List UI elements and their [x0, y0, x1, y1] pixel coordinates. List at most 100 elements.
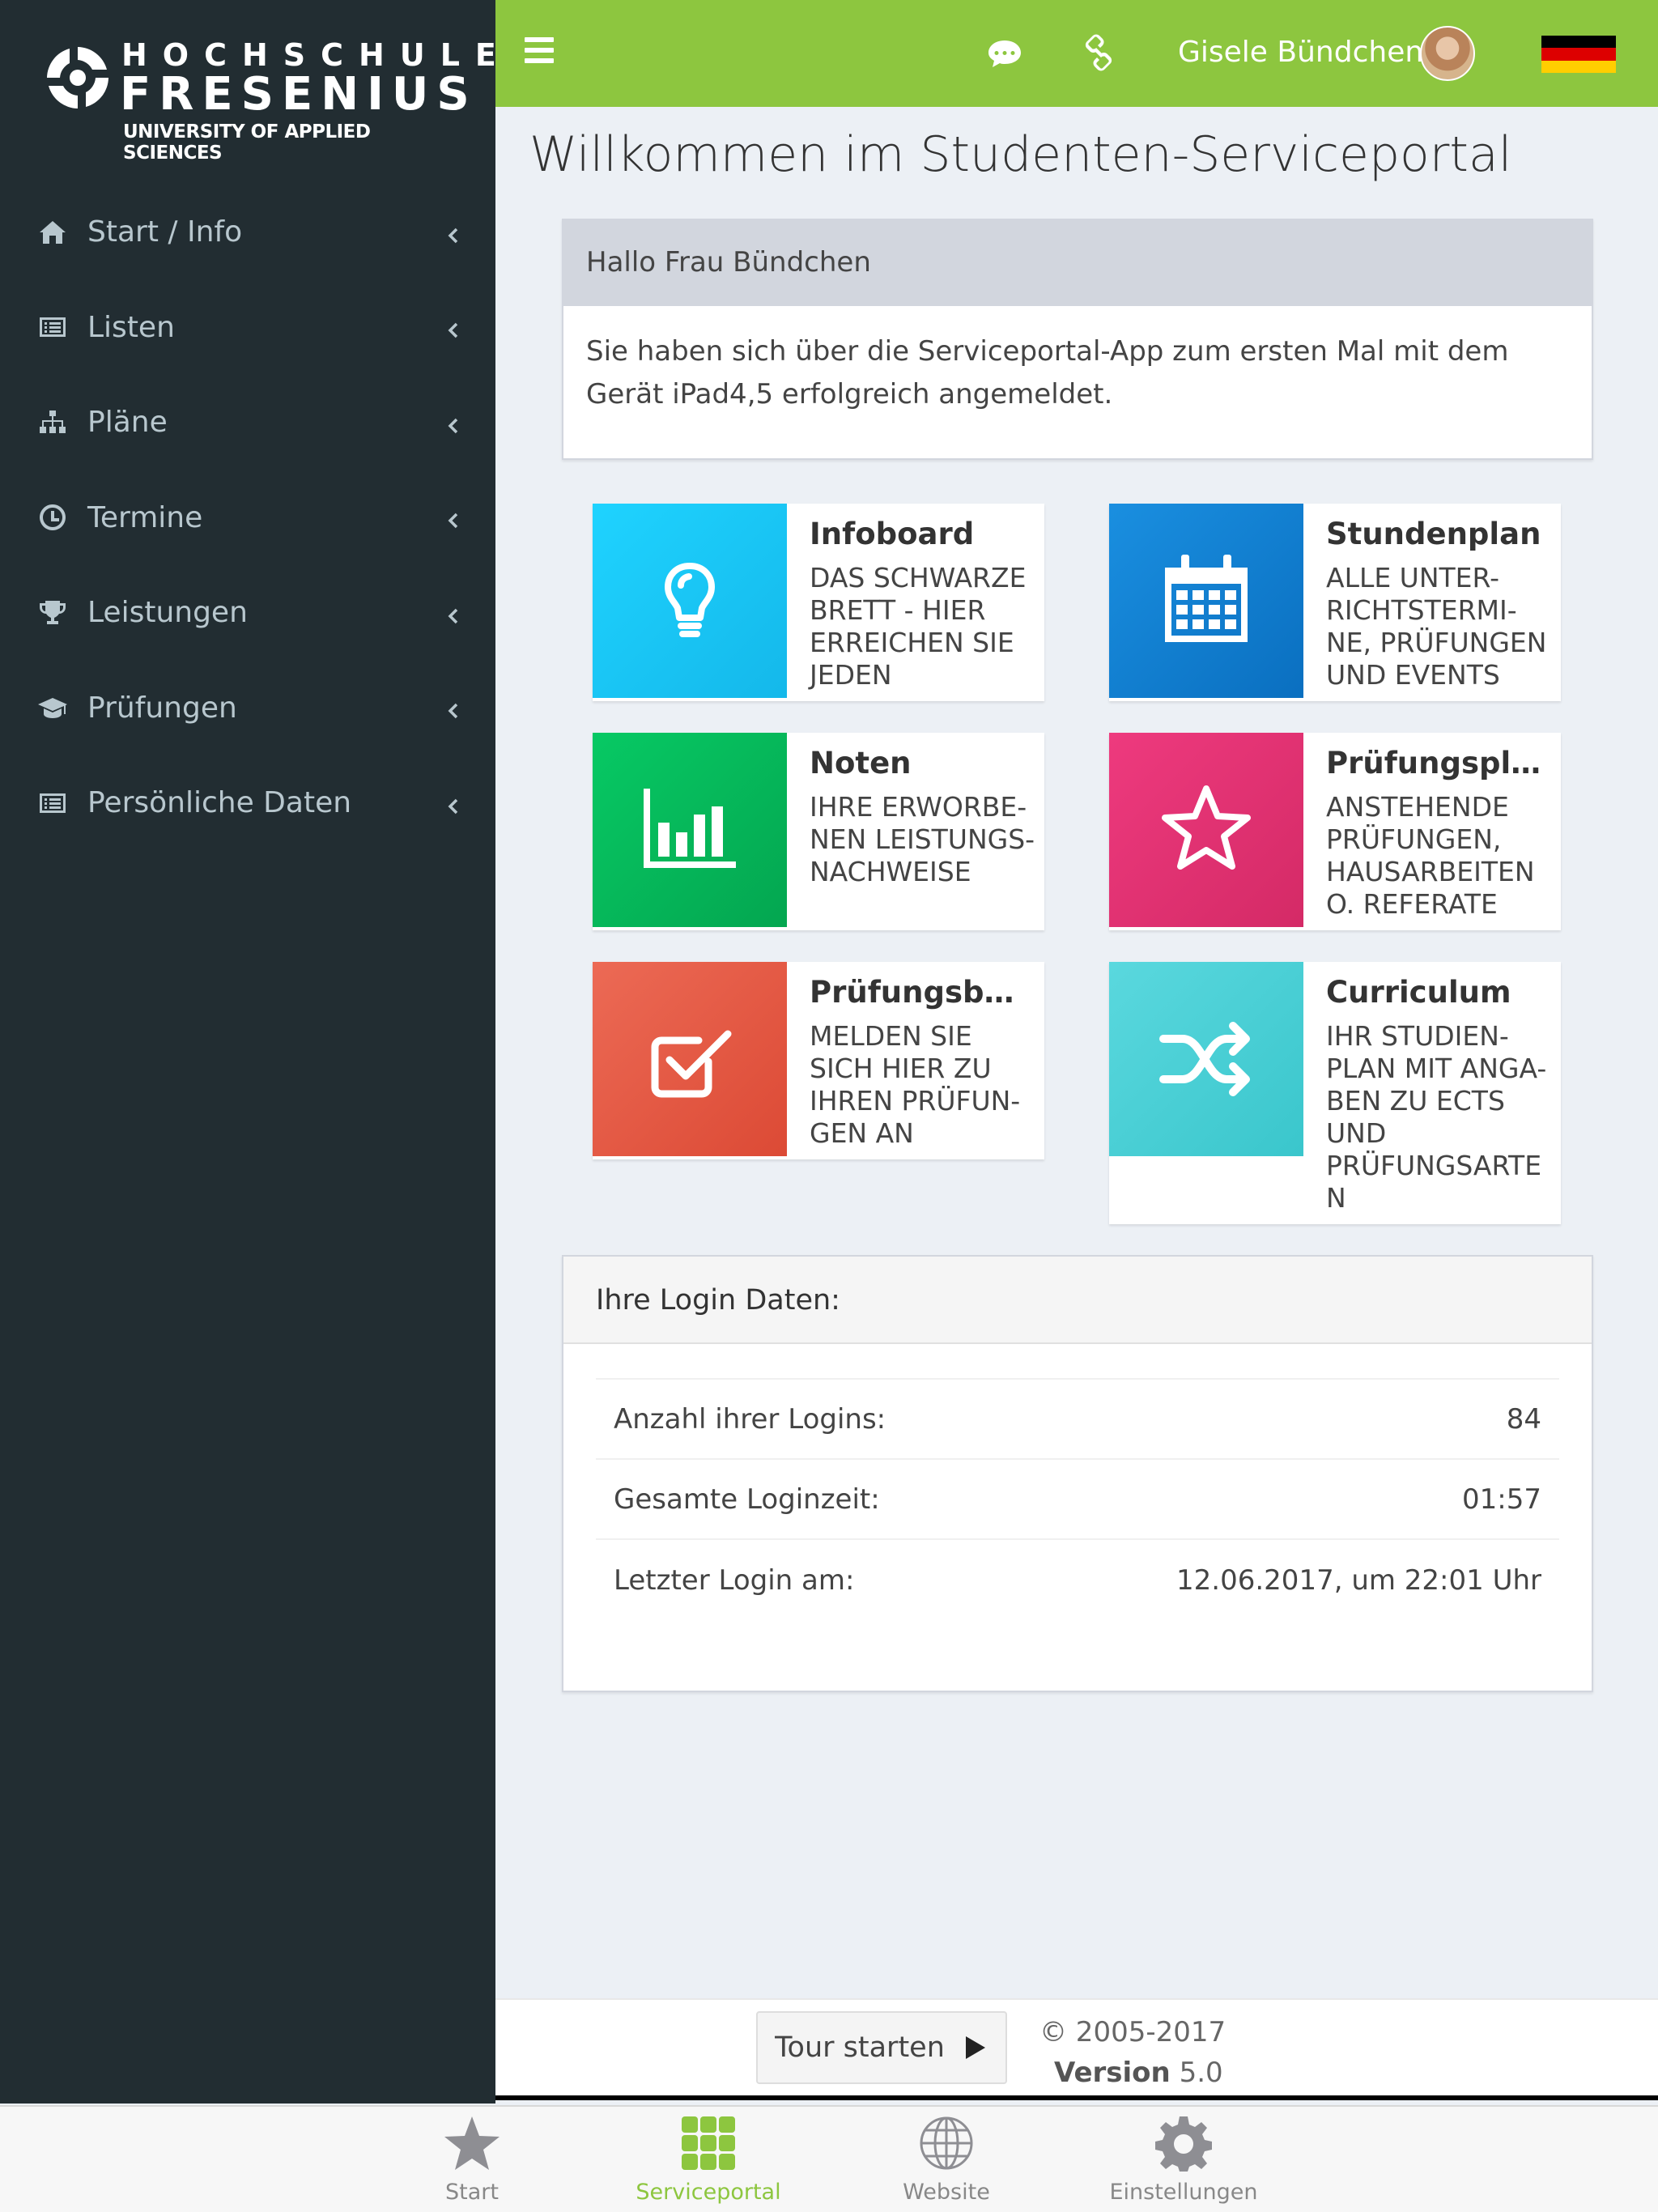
clock-icon	[37, 502, 68, 533]
copyright: © 2005-2017	[1039, 2016, 1226, 2048]
sidebar-nav: Start / Info Listen Pläne Termine Leistu…	[0, 185, 495, 851]
welcome-message: Sie haben sich über die Serviceportal-Ap…	[586, 335, 1509, 410]
shuffle-icon	[1109, 962, 1303, 1156]
tab-label: Serviceportal	[636, 2180, 781, 2205]
tile-pruefungsbelegung[interactable]: Prüfungsbel... MELDEN SIE SICH HIER ZU I…	[593, 962, 1044, 1159]
sidebar-item-plaene[interactable]: Pläne	[0, 375, 495, 470]
tab-serviceportal[interactable]: Serviceportal	[627, 2115, 789, 2212]
tab-einstellungen[interactable]: Einstellungen	[1103, 2115, 1265, 2212]
tab-label: Start	[445, 2180, 499, 2205]
trophy-icon	[37, 598, 68, 628]
version-value: 5.0	[1179, 2057, 1223, 2089]
sidebar: HOCHSCHULE FRESENIUS UNIVERSITY OF APPLI…	[0, 0, 496, 2104]
sidebar-item-label: Termine	[87, 500, 203, 534]
gear-icon	[1155, 2116, 1212, 2172]
grid-icon	[682, 2116, 735, 2170]
tile-description: MELDEN SIE SICH HIER ZU IHREN PRÜFUN-GEN…	[810, 1020, 1021, 1149]
tile-title: Curriculum	[1326, 975, 1511, 1010]
tab-bar: Start Serviceportal Website Einstellunge…	[0, 2105, 1658, 2212]
table-row: Letzter Login am: 12.06.2017, um 22:01 U…	[596, 1540, 1559, 1620]
tab-label: Einstellungen	[1109, 2180, 1258, 2205]
logo-text-line2: FRESENIUS	[120, 68, 478, 121]
tile-description: DAS SCHWARZE BRETT - HIER ERREICHEN SIE …	[810, 562, 1027, 691]
tile-infoboard[interactable]: Infoboard DAS SCHWARZE BRETT - HIER ERRE…	[593, 504, 1044, 701]
tile-title: Noten	[810, 746, 912, 781]
university-logo[interactable]: HOCHSCHULE FRESENIUS UNIVERSITY OF APPLI…	[39, 36, 496, 164]
logo-mark-icon	[47, 47, 108, 108]
avatar[interactable]	[1420, 26, 1475, 81]
tab-start[interactable]: Start	[391, 2115, 553, 2212]
version-label: Version	[1054, 2057, 1171, 2089]
login-row-label: Letzter Login am:	[614, 1563, 855, 1597]
tour-start-label: Tour starten	[775, 2031, 945, 2064]
table-row: Anzahl ihrer Logins: 84	[596, 1380, 1559, 1460]
chevron-left-icon	[442, 411, 465, 434]
tile-curriculum[interactable]: Curriculum IHR STUDIEN-PLAN MIT ANGA-BEN…	[1109, 962, 1561, 1224]
sidebar-item-start-info[interactable]: Start / Info	[0, 185, 495, 280]
tab-label: Website	[903, 2180, 990, 2205]
welcome-box: Hallo Frau Bündchen Sie haben sich über …	[562, 219, 1593, 460]
user-name[interactable]: Gisele Bündchen	[1178, 36, 1423, 69]
german-flag-icon[interactable]	[1541, 36, 1616, 73]
table-row: Gesamte Loginzeit: 01:57	[596, 1460, 1559, 1540]
star-icon	[444, 2116, 500, 2170]
page-title: Willkommen im Studenten-Serviceportal	[529, 126, 1512, 183]
login-row-value: 12.06.2017, um 22:01 Uhr	[1176, 1563, 1541, 1597]
login-row-value: 84	[1506, 1402, 1541, 1436]
list-icon	[37, 788, 68, 819]
tile-title: Stundenplan	[1326, 517, 1541, 551]
tile-pruefungsplan[interactable]: Prüfungsplan ANSTEHENDE PRÜFUNGEN, HAUSA…	[1109, 733, 1561, 930]
tile-title: Prüfungsbel...	[810, 975, 1033, 1010]
chevron-left-icon	[442, 602, 465, 624]
tile-noten[interactable]: Noten IHRE ERWORBE-NEN LEISTUNGS-NACHWEI…	[593, 733, 1044, 930]
sidebar-item-label: Pläne	[87, 406, 168, 440]
chevron-left-icon	[442, 316, 465, 338]
tile-title: Infoboard	[810, 517, 975, 551]
menu-toggle-icon[interactable]	[525, 37, 554, 70]
lightbulb-icon	[593, 504, 787, 698]
chevron-left-icon	[442, 792, 465, 815]
sidebar-item-leistungen[interactable]: Leistungen	[0, 565, 495, 661]
calendar-icon	[1109, 504, 1303, 698]
bar-chart-icon	[593, 733, 787, 927]
chevron-left-icon	[442, 506, 465, 529]
link-icon[interactable]	[1078, 32, 1119, 73]
tile-description: IHR STUDIEN-PLAN MIT ANGA-BEN ZU ECTS UN…	[1326, 1020, 1547, 1214]
tile-title: Prüfungsplan	[1326, 746, 1550, 781]
chat-icon[interactable]	[984, 32, 1025, 73]
star-icon	[1109, 733, 1303, 927]
sidebar-item-pruefungen[interactable]: Prüfungen	[0, 661, 495, 756]
sidebar-item-label: Listen	[87, 310, 175, 344]
tile-description: ALLE UNTER-RICHTSTERMI-NE, PRÜFUNGEN UND…	[1326, 562, 1547, 691]
chevron-left-icon	[442, 696, 465, 719]
tile-stundenplan[interactable]: Stundenplan ALLE UNTER-RICHTSTERMI-NE, P…	[1109, 504, 1561, 701]
sidebar-item-termine[interactable]: Termine	[0, 470, 495, 566]
play-icon	[965, 2036, 985, 2059]
sidebar-item-label: Start / Info	[87, 215, 243, 249]
login-data-title: Ihre Login Daten:	[563, 1257, 1592, 1344]
login-row-label: Gesamte Loginzeit:	[614, 1482, 880, 1516]
version: Version 5.0	[1054, 2057, 1223, 2089]
login-data-box: Ihre Login Daten: Anzahl ihrer Logins: 8…	[562, 1255, 1593, 1692]
chevron-left-icon	[442, 221, 465, 244]
login-data-table: Anzahl ihrer Logins: 84 Gesamte Loginzei…	[596, 1378, 1559, 1620]
globe-icon	[920, 2116, 973, 2170]
tile-description: IHRE ERWORBE-NEN LEISTUNGS-NACHWEISE	[810, 791, 1035, 887]
tab-website[interactable]: Website	[865, 2115, 1027, 2212]
sidebar-item-persoenliche-daten[interactable]: Persönliche Daten	[0, 755, 495, 851]
page-footer: Tour starten © 2005-2017 Version 5.0	[495, 1998, 1658, 2100]
login-row-value: 01:57	[1462, 1482, 1541, 1516]
login-row-label: Anzahl ihrer Logins:	[614, 1402, 886, 1436]
checkbox-icon	[593, 962, 787, 1156]
logo-text-line3: UNIVERSITY OF APPLIED SCIENCES	[123, 121, 371, 164]
sidebar-item-label: Leistungen	[87, 596, 248, 630]
sidebar-item-label: Persönliche Daten	[87, 786, 352, 820]
sitemap-icon	[37, 407, 68, 438]
tile-description: ANSTEHENDE PRÜFUNGEN, HAUSARBEITEN O. RE…	[1326, 791, 1535, 920]
top-header: Gisele Bündchen	[495, 0, 1658, 107]
home-icon	[37, 217, 68, 248]
tour-start-button[interactable]: Tour starten	[756, 2011, 1007, 2084]
sidebar-item-listen[interactable]: Listen	[0, 280, 495, 376]
welcome-greeting: Hallo Frau Bündchen	[563, 220, 1592, 306]
graduation-cap-icon	[37, 692, 68, 723]
